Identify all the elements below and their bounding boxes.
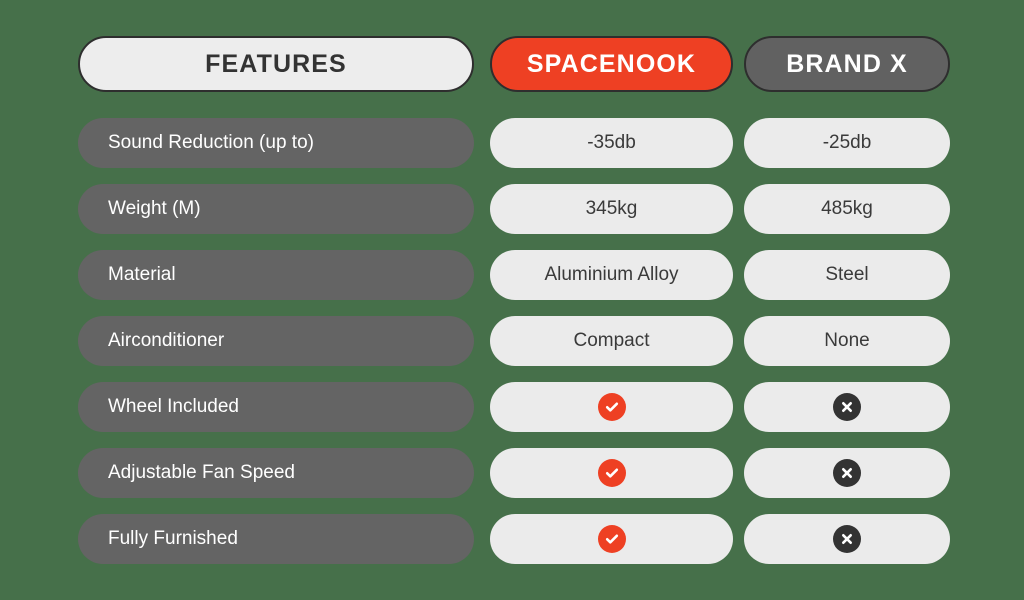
brandx-value-cell [744, 514, 950, 564]
feature-label-cell: Airconditioner [78, 316, 474, 366]
feature-label-cell: Material [78, 250, 474, 300]
check-circle-icon [597, 393, 626, 421]
spacenook-value-cell [490, 448, 733, 498]
table-row: Weight (M) 345kg 485kg [0, 184, 1024, 234]
column-header-brandx[interactable]: BRAND X [744, 36, 950, 92]
spacenook-value-cell [490, 382, 733, 432]
spacenook-value-cell: Compact [490, 316, 733, 366]
check-circle-icon [597, 459, 626, 487]
spacenook-value-cell: 345kg [490, 184, 733, 234]
cross-circle-icon [833, 525, 861, 553]
column-header-spacenook[interactable]: SPACENOOK [490, 36, 733, 92]
spacenook-value-cell [490, 514, 733, 564]
table-row: Material Aluminium Alloy Steel [0, 250, 1024, 300]
comparison-table: FEATURES SPACENOOK BRAND X Sound Reducti… [0, 0, 1024, 600]
column-header-features[interactable]: FEATURES [78, 36, 474, 92]
feature-label-cell: Adjustable Fan Speed [78, 448, 474, 498]
feature-label-cell: Wheel Included [78, 382, 474, 432]
check-circle-icon [597, 525, 626, 553]
brandx-value-cell [744, 382, 950, 432]
spacenook-value-cell: -35db [490, 118, 733, 168]
table-row: Fully Furnished [0, 514, 1024, 564]
brandx-value-cell [744, 448, 950, 498]
feature-label-cell: Fully Furnished [78, 514, 474, 564]
table-row: Airconditioner Compact None [0, 316, 1024, 366]
cross-circle-icon [833, 459, 861, 487]
brandx-value-cell: Steel [744, 250, 950, 300]
feature-label-cell: Weight (M) [78, 184, 474, 234]
table-row: Sound Reduction (up to) -35db -25db [0, 118, 1024, 168]
spacenook-value-cell: Aluminium Alloy [490, 250, 733, 300]
table-row: Wheel Included [0, 382, 1024, 432]
brandx-value-cell: None [744, 316, 950, 366]
brandx-value-cell: -25db [744, 118, 950, 168]
feature-label-cell: Sound Reduction (up to) [78, 118, 474, 168]
cross-circle-icon [833, 393, 861, 421]
table-row: Adjustable Fan Speed [0, 448, 1024, 498]
brandx-value-cell: 485kg [744, 184, 950, 234]
table-header-row: FEATURES SPACENOOK BRAND X [0, 36, 1024, 92]
